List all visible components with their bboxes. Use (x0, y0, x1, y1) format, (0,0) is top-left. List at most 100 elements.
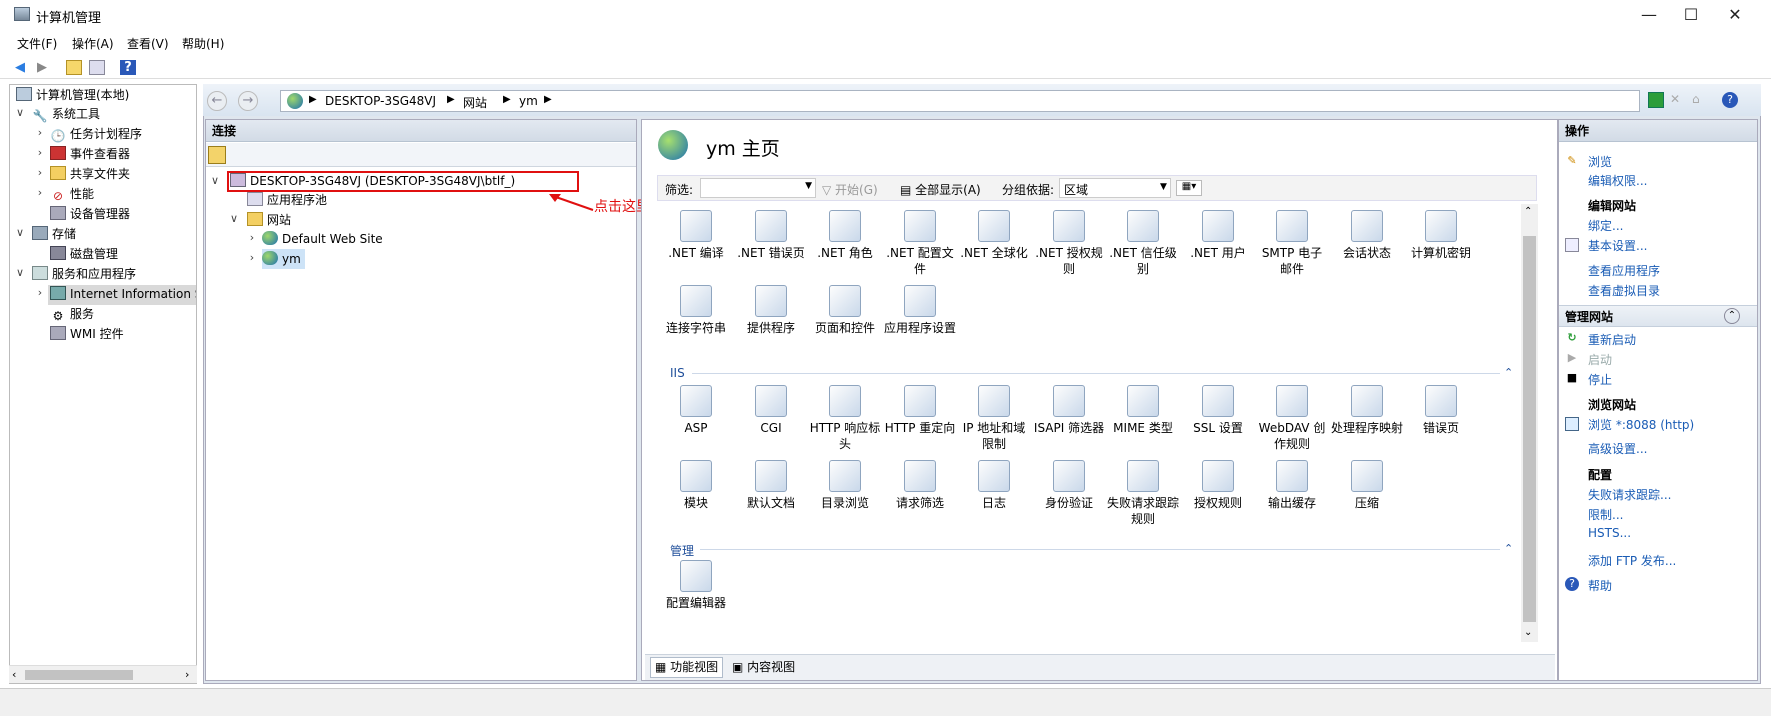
feature-item[interactable]: 会话状态 (1331, 210, 1403, 261)
tree-item-sites[interactable]: 网站 (247, 210, 291, 230)
feature-item[interactable]: 配置编辑器 (660, 560, 732, 611)
action-start[interactable]: 启动 (1588, 351, 1612, 368)
stop-icon[interactable]: ✕ (1670, 92, 1686, 108)
expand-icon[interactable]: › (246, 231, 258, 244)
collapse-icon[interactable]: ∨ (14, 106, 26, 119)
action-view-apps[interactable]: 查看应用程序 (1588, 262, 1660, 279)
tab-features-view[interactable]: ▦ 功能视图 (650, 657, 724, 678)
tree-item-root[interactable]: 计算机管理(本地) (16, 86, 129, 105)
collapse-icon[interactable]: ∨ (209, 174, 221, 187)
feature-item[interactable]: 输出缓存 (1256, 460, 1328, 511)
tree-item-services[interactable]: ⚙ 服务 (50, 305, 94, 324)
scroll-right-icon[interactable]: › (185, 668, 189, 681)
help-icon[interactable]: ? (1722, 92, 1738, 108)
show-all-button[interactable]: ▤ 全部显示(A) (900, 181, 981, 198)
feature-item[interactable]: 模块 (660, 460, 732, 511)
path-server[interactable]: DESKTOP-3SG48VJ (325, 94, 436, 108)
action-basic-settings[interactable]: 基本设置... (1588, 237, 1647, 254)
group-by-select[interactable]: 区域 (1059, 178, 1171, 198)
feature-item[interactable]: HTTP 响应标头 (809, 385, 881, 452)
feature-item[interactable]: CGI (735, 385, 807, 436)
feature-item[interactable]: .NET 角色 (809, 210, 881, 261)
action-help[interactable]: 帮助 (1588, 577, 1612, 594)
scroll-up-icon[interactable]: ⌃ (1524, 206, 1532, 217)
feature-item[interactable]: 提供程序 (735, 285, 807, 336)
minimize-button[interactable]: — (1626, 0, 1672, 30)
feature-item[interactable]: HTTP 重定向 (884, 385, 956, 436)
tree-item-device-manager[interactable]: 设备管理器 (50, 205, 130, 224)
tree-item-default-site[interactable]: Default Web Site (262, 229, 383, 249)
forward-button[interactable]: → (238, 91, 258, 111)
tab-content-view[interactable]: ▣ 内容视图 (727, 657, 800, 678)
feature-item[interactable]: 身份验证 (1033, 460, 1105, 511)
tree-item-services-apps[interactable]: 服务和应用程序 (32, 265, 136, 284)
collapse-icon[interactable]: ∨ (14, 266, 26, 279)
path-sites[interactable]: 网站 (463, 94, 487, 111)
filter-input[interactable]: ▼ (700, 178, 816, 198)
refresh-icon[interactable] (1648, 92, 1664, 108)
feature-item[interactable]: 应用程序设置 (884, 285, 956, 336)
tree-item-shared-folders[interactable]: 共享文件夹 (50, 165, 130, 184)
menu-action[interactable]: 操作(A) (72, 35, 114, 52)
tree-item-storage[interactable]: 存储 (32, 225, 76, 244)
feature-item[interactable]: .NET 全球化 (958, 210, 1030, 261)
collapse-group-icon[interactable]: ⌃ (1504, 366, 1513, 379)
tree-item-wmi[interactable]: WMI 控件 (50, 325, 124, 344)
feature-item[interactable]: .NET 用户 (1182, 210, 1254, 261)
action-hsts[interactable]: HSTS... (1588, 526, 1631, 540)
feature-item[interactable]: 请求筛选 (884, 460, 956, 511)
feature-item[interactable]: 授权规则 (1182, 460, 1254, 511)
scroll-thumb[interactable] (1523, 236, 1536, 622)
collapse-icon[interactable]: ∨ (228, 212, 240, 225)
help-icon[interactable]: ? (120, 60, 136, 75)
scroll-thumb[interactable] (25, 670, 133, 680)
expand-icon[interactable]: › (34, 286, 46, 299)
feature-item[interactable]: WebDAV 创作规则 (1256, 385, 1328, 452)
menu-view[interactable]: 查看(V) (127, 35, 169, 52)
tree-item-task-scheduler[interactable]: 🕒 任务计划程序 (50, 125, 143, 144)
feature-item[interactable]: ASP (660, 385, 732, 436)
collapse-group-icon[interactable]: ⌃ (1504, 542, 1513, 555)
tree-item-app-pools[interactable]: 应用程序池 (247, 190, 327, 210)
horizontal-scrollbar[interactable]: ‹ › (9, 665, 197, 683)
feature-item[interactable]: MIME 类型 (1107, 385, 1179, 436)
back-button[interactable]: ← (207, 91, 227, 111)
scroll-left-icon[interactable]: ‹ (12, 668, 16, 681)
close-button[interactable]: ✕ (1712, 0, 1758, 30)
feature-item[interactable]: SSL 设置 (1182, 385, 1254, 436)
feature-item[interactable]: 失败请求跟踪规则 (1107, 460, 1179, 527)
tree-item-disk-management[interactable]: 磁盘管理 (50, 245, 118, 264)
action-limits[interactable]: 限制... (1588, 506, 1623, 523)
start-button[interactable]: ▽ 开始(G) (822, 181, 878, 198)
tree-item-system-tools[interactable]: 🔧 系统工具 (32, 105, 101, 124)
action-stop[interactable]: 停止 (1588, 371, 1612, 388)
feature-item[interactable]: SMTP 电子邮件 (1256, 210, 1328, 277)
address-path[interactable]: ▶ DESKTOP-3SG48VJ ▶ 网站 ▶ ym ▶ (280, 90, 1640, 112)
feature-item[interactable]: 页面和控件 (809, 285, 881, 336)
action-bindings[interactable]: 绑定... (1588, 217, 1623, 234)
maximize-button[interactable]: ☐ (1668, 0, 1714, 30)
connect-icon[interactable] (208, 146, 226, 164)
expand-icon[interactable]: › (34, 146, 46, 159)
scroll-down-icon[interactable]: ⌄ (1524, 627, 1532, 638)
feature-item[interactable]: 日志 (958, 460, 1030, 511)
feature-item[interactable]: 错误页 (1405, 385, 1477, 436)
feature-item[interactable]: .NET 配置文件 (884, 210, 956, 277)
feature-item[interactable]: 处理程序映射 (1331, 385, 1403, 436)
action-edit-permissions[interactable]: 编辑权限... (1588, 172, 1647, 189)
tree-item-performance[interactable]: ⊘ 性能 (50, 185, 94, 204)
feature-item[interactable]: .NET 授权规则 (1033, 210, 1105, 277)
forward-arrow-icon[interactable]: ▶ (34, 60, 50, 75)
tree-item-ym[interactable]: ym (262, 249, 305, 269)
feature-item[interactable]: IP 地址和域限制 (958, 385, 1030, 452)
menu-help[interactable]: 帮助(H) (182, 35, 224, 52)
tree-item-iis[interactable]: Internet Information S (50, 285, 196, 304)
feature-item[interactable]: 计算机密钥 (1405, 210, 1477, 261)
tree-item-event-viewer[interactable]: 事件查看器 (50, 145, 130, 164)
feature-item[interactable]: 目录浏览 (809, 460, 881, 511)
feature-item[interactable]: ISAPI 筛选器 (1033, 385, 1105, 436)
action-add-ftp[interactable]: 添加 FTP 发布... (1588, 552, 1676, 569)
feature-item[interactable]: 默认文档 (735, 460, 807, 511)
home-icon[interactable]: ⌂ (1692, 92, 1708, 108)
back-arrow-icon[interactable]: ◀ (12, 60, 28, 75)
